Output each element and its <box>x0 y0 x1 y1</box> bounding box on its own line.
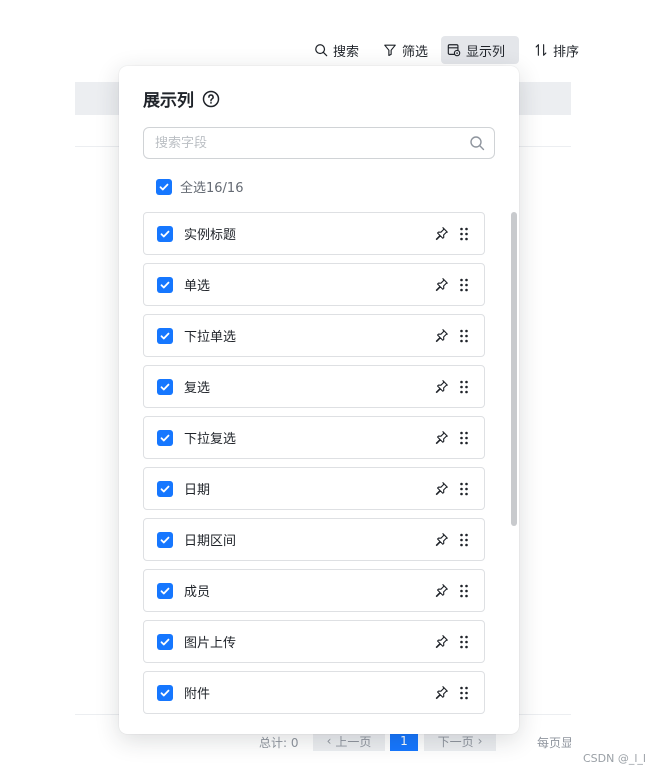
column-item[interactable]: 下拉单选 <box>143 314 485 357</box>
chevron-right-icon: › <box>477 734 483 748</box>
pin-icon[interactable] <box>434 685 449 700</box>
column-item[interactable]: 附件 <box>143 671 485 714</box>
pin-icon[interactable] <box>434 583 449 598</box>
column-item[interactable]: 实例标题 <box>143 212 485 255</box>
column-item[interactable]: 单选 <box>143 263 485 306</box>
drag-handle-icon[interactable] <box>458 328 470 344</box>
popover-title: 展示列 <box>143 91 194 111</box>
column-item-label: 下拉复选 <box>184 432 237 447</box>
column-item-label: 下拉单选 <box>184 330 237 345</box>
select-all-checkbox[interactable]: 全选16/16 <box>156 177 243 196</box>
toolbar-sort-label: 排序 <box>553 44 580 60</box>
pin-icon[interactable] <box>434 277 449 292</box>
pagination: 总计: 0 ‹ 上一页 1 下一页 › 每页显示 <box>0 731 656 751</box>
pin-icon[interactable] <box>434 226 449 241</box>
drag-handle-icon[interactable] <box>458 379 470 395</box>
pin-icon[interactable] <box>434 430 449 445</box>
column-item-label: 图片上传 <box>184 636 237 651</box>
pin-icon[interactable] <box>434 328 449 343</box>
page-size-label[interactable]: 每页显示 <box>537 734 571 751</box>
watermark: CSDN @_l_l <box>583 752 646 765</box>
toolbar-search-button[interactable]: 搜索 <box>308 36 365 64</box>
column-checkbox[interactable] <box>157 531 173 548</box>
toolbar-filter-label: 筛选 <box>402 44 429 60</box>
column-item[interactable]: 图片上传 <box>143 620 485 663</box>
filter-icon <box>384 44 396 56</box>
column-item[interactable]: 成员 <box>143 569 485 612</box>
toolbar-columns-button[interactable]: 显示列 <box>441 36 519 64</box>
column-item-label: 日期 <box>184 483 211 498</box>
select-all-label: 全选16/16 <box>180 181 244 196</box>
column-checkbox[interactable] <box>157 582 173 599</box>
prev-page-label: 上一页 <box>335 734 372 749</box>
next-page-button[interactable]: 下一页 › <box>424 731 496 751</box>
column-item[interactable]: 复选 <box>143 365 485 408</box>
column-item[interactable]: 下拉复选 <box>143 416 485 459</box>
column-item-label: 实例标题 <box>184 228 237 243</box>
drag-handle-icon[interactable] <box>458 634 470 650</box>
column-checkbox[interactable] <box>157 684 173 701</box>
column-item-label: 单选 <box>184 279 211 294</box>
checkbox-checked-icon <box>156 178 172 195</box>
column-checkbox[interactable] <box>157 429 173 446</box>
columns-settings-icon <box>447 44 461 57</box>
column-item-label: 复选 <box>184 381 211 396</box>
pagination-total: 总计: 0 <box>259 736 299 750</box>
column-item-label: 附件 <box>184 687 211 702</box>
toolbar-search-label: 搜索 <box>333 44 360 60</box>
drag-handle-icon[interactable] <box>458 583 470 599</box>
search-icon[interactable] <box>469 135 485 151</box>
drag-handle-icon[interactable] <box>458 430 470 446</box>
chevron-left-icon: ‹ <box>326 734 332 748</box>
toolbar-sort-button[interactable]: 排序 <box>528 36 585 64</box>
drag-handle-icon[interactable] <box>458 685 470 701</box>
popover-header: 展示列 <box>143 86 220 111</box>
column-item[interactable]: 日期区间 <box>143 518 485 561</box>
next-page-label: 下一页 <box>437 734 474 749</box>
column-list-scrollbar[interactable] <box>511 212 517 526</box>
pin-icon[interactable] <box>434 532 449 547</box>
pin-icon[interactable] <box>434 379 449 394</box>
column-item-label: 成员 <box>184 585 211 600</box>
column-item[interactable]: 日期 <box>143 467 485 510</box>
column-checkbox[interactable] <box>157 327 173 344</box>
pin-icon[interactable] <box>434 481 449 496</box>
help-icon[interactable] <box>202 90 220 108</box>
column-checkbox[interactable] <box>157 378 173 395</box>
sort-icon <box>535 44 547 56</box>
prev-page-button[interactable]: ‹ 上一页 <box>313 731 385 751</box>
column-checkbox[interactable] <box>157 633 173 650</box>
field-search-input[interactable] <box>153 128 469 158</box>
page-number-current[interactable]: 1 <box>390 731 418 751</box>
display-columns-popover: 展示列 全选16/16 实例标题单选下拉单选复选下拉复选日期日期区间成员图片上传… <box>119 66 519 734</box>
toolbar-filter-button[interactable]: 筛选 <box>377 36 434 64</box>
pin-icon[interactable] <box>434 634 449 649</box>
column-item-label: 日期区间 <box>184 534 237 549</box>
column-checkbox[interactable] <box>157 480 173 497</box>
drag-handle-icon[interactable] <box>458 532 470 548</box>
column-checkbox[interactable] <box>157 225 173 242</box>
search-icon <box>315 44 328 57</box>
drag-handle-icon[interactable] <box>458 481 470 497</box>
drag-handle-icon[interactable] <box>458 277 470 293</box>
toolbar-columns-label: 显示列 <box>466 44 506 60</box>
field-search-box <box>143 127 495 159</box>
column-checkbox[interactable] <box>157 276 173 293</box>
drag-handle-icon[interactable] <box>458 226 470 242</box>
table-toolbar: 搜索 筛选 显示列 排序 <box>0 36 656 64</box>
